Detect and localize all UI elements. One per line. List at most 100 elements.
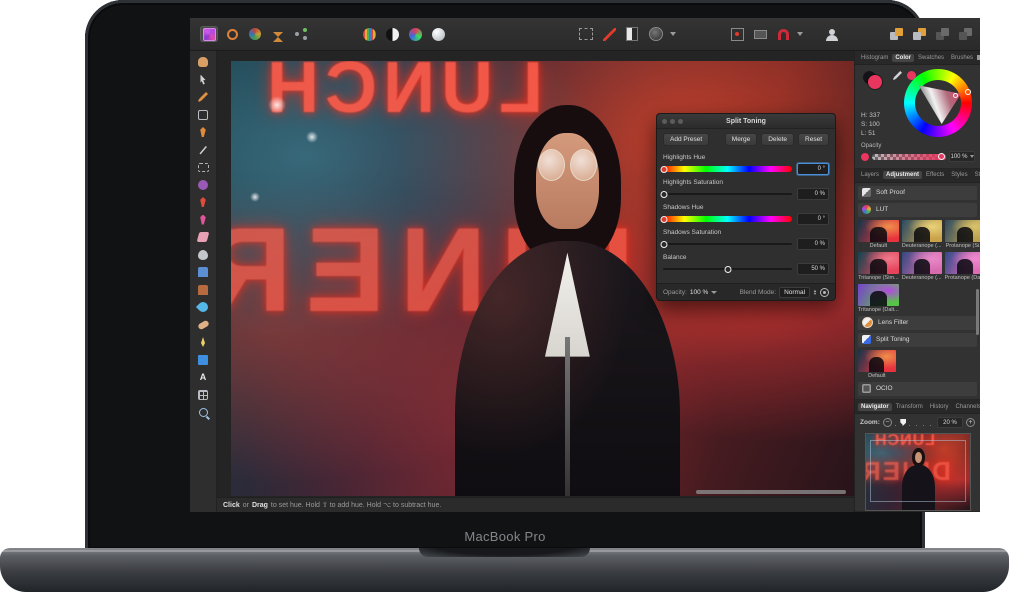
mesh-warp-tool[interactable] (196, 388, 211, 402)
adjustment-item-ocio[interactable]: OCIO (858, 382, 977, 396)
slider-thumb[interactable] (661, 191, 668, 198)
slider-thumb[interactable] (661, 166, 668, 173)
navigator-tab-history[interactable]: History (927, 403, 952, 411)
colour-tab-color[interactable]: Color (892, 54, 914, 62)
colour-panel-menu-icon[interactable] (977, 55, 980, 60)
adjustment-tab-stock[interactable]: Stock (972, 171, 980, 179)
opacity-value[interactable]: 100 % (690, 289, 708, 296)
lut-preset[interactable]: Default (858, 220, 899, 249)
auto-colour-button[interactable] (406, 26, 424, 42)
move-to-front-button[interactable] (887, 26, 905, 42)
panel-scrollbar[interactable] (976, 289, 979, 335)
view-tool[interactable] (196, 55, 211, 69)
mask-dropdown[interactable] (647, 26, 676, 42)
slider-value-input[interactable]: 0 ° (797, 163, 829, 175)
blur-tool[interactable] (196, 300, 211, 314)
lut-preset[interactable]: Deuteranope (... (902, 252, 942, 281)
slider-value-input[interactable]: 0 % (797, 188, 829, 200)
highlights-hue-slider[interactable] (663, 165, 792, 173)
slider-thumb[interactable] (661, 216, 668, 223)
primary-colour-swatch[interactable] (868, 75, 882, 89)
navigator-tab-navigator[interactable]: Navigator (858, 403, 892, 411)
balance-slider[interactable] (663, 265, 792, 273)
liquify-persona-button[interactable] (223, 26, 241, 42)
burn-brush-tool[interactable] (196, 265, 211, 279)
reset-button[interactable]: Reset (798, 133, 829, 146)
lut-preset[interactable]: Protanope (Da... (945, 252, 980, 281)
move-tool[interactable] (196, 73, 211, 87)
shadows-saturation-slider[interactable] (663, 240, 792, 248)
assistant-button[interactable] (829, 26, 835, 42)
zoom-tool[interactable] (196, 405, 211, 419)
lut-preset[interactable]: Protanope (Si... (945, 220, 980, 249)
gradient-tool[interactable] (196, 178, 211, 192)
adjustment-tab-styles[interactable]: Styles (948, 171, 970, 179)
colour-tab-brushes[interactable]: Brushes (948, 54, 976, 62)
colour-replacement-brush-tool[interactable] (196, 213, 211, 227)
navigator-viewport[interactable] (870, 440, 966, 502)
selection-brush-tool[interactable] (196, 125, 211, 139)
saturation-selector-dot[interactable] (953, 93, 958, 98)
dodge-brush-tool[interactable] (196, 248, 211, 262)
deselect-button[interactable] (600, 26, 618, 42)
auto-levels-button[interactable] (360, 26, 378, 42)
merge-button[interactable]: Merge (725, 133, 757, 146)
flood-select-tool[interactable] (196, 143, 211, 157)
adjustment-item-lens-filter[interactable]: Lens Filter (858, 316, 977, 330)
adjustment-item-split-toning[interactable]: Split Toning (858, 333, 977, 347)
auto-contrast-button[interactable] (383, 26, 401, 42)
add-preset-button[interactable]: Add Preset (663, 133, 709, 146)
clone-brush-tool[interactable] (196, 283, 211, 297)
snapping-caret-icon[interactable] (797, 32, 803, 36)
dialog-titlebar[interactable]: Split Toning (657, 114, 835, 129)
snapping-button[interactable] (774, 26, 792, 42)
blend-mode-stepper[interactable]: ▲▼ (813, 289, 817, 296)
develop-persona-button[interactable] (246, 26, 264, 42)
tone-mapping-persona-button[interactable] (269, 26, 287, 42)
navigator-tab-transform[interactable]: Transform (893, 403, 926, 411)
eraser-tool[interactable] (196, 230, 211, 244)
opacity-slider[interactable] (872, 154, 946, 160)
whole-pixel-move-button[interactable] (751, 26, 769, 42)
opacity-value-select[interactable]: 100 % (949, 151, 975, 162)
pixel-alignment-button[interactable] (728, 26, 746, 42)
gear-icon[interactable] (820, 288, 829, 297)
adjustment-item-lut[interactable]: LUT (858, 203, 977, 217)
marquee-tool[interactable] (196, 160, 211, 174)
adjustment-tab-layers[interactable]: Layers (858, 171, 882, 179)
zoom-in-button[interactable]: + (966, 418, 975, 427)
colour-tab-histogram[interactable]: Histogram (858, 54, 891, 62)
blend-mode-select[interactable]: Normal (779, 287, 810, 298)
slider-value-input[interactable]: 0 % (797, 238, 829, 250)
move-backward-button[interactable] (933, 26, 951, 42)
move-to-back-button[interactable] (956, 26, 974, 42)
paint-brush-tool[interactable] (196, 195, 211, 209)
adjustment-item-soft-proof[interactable]: Soft Proof (858, 186, 977, 200)
zoom-value[interactable]: 20 % (937, 417, 963, 428)
adjustment-tab-adjustment[interactable]: Adjustment (883, 171, 922, 179)
quick-mask-button[interactable] (623, 26, 641, 42)
photo-persona-button[interactable] (200, 26, 218, 42)
zoom-out-button[interactable]: − (883, 418, 892, 427)
lut-preset[interactable]: Default (858, 350, 896, 379)
navigator-tab-channels[interactable]: Channels (952, 403, 980, 411)
text-tool[interactable]: A (196, 370, 211, 384)
navigator-thumbnail[interactable]: LUNCH DINER (865, 433, 971, 511)
lut-preset[interactable]: Deuteranope (... (902, 220, 942, 249)
slider-value-input[interactable]: 0 ° (797, 213, 829, 225)
slider-thumb[interactable] (661, 241, 668, 248)
export-persona-button[interactable] (292, 26, 310, 42)
colour-picker-tool[interactable] (196, 90, 211, 104)
adjustment-tab-effects[interactable]: Effects (923, 171, 947, 179)
crop-tool[interactable] (196, 108, 211, 122)
selection-button[interactable] (577, 26, 595, 42)
shape-tool[interactable] (196, 353, 211, 367)
move-forward-button[interactable] (910, 26, 928, 42)
lut-preset[interactable]: Tritanope (Sim... (858, 252, 899, 281)
opacity-slider-thumb[interactable] (938, 153, 945, 160)
opacity-caret-icon[interactable] (711, 291, 717, 294)
auto-white-balance-button[interactable] (429, 26, 447, 42)
eyedropper-icon[interactable] (893, 71, 902, 80)
sharpen-tool[interactable] (196, 335, 211, 349)
horizontal-scrollbar[interactable] (696, 490, 846, 494)
